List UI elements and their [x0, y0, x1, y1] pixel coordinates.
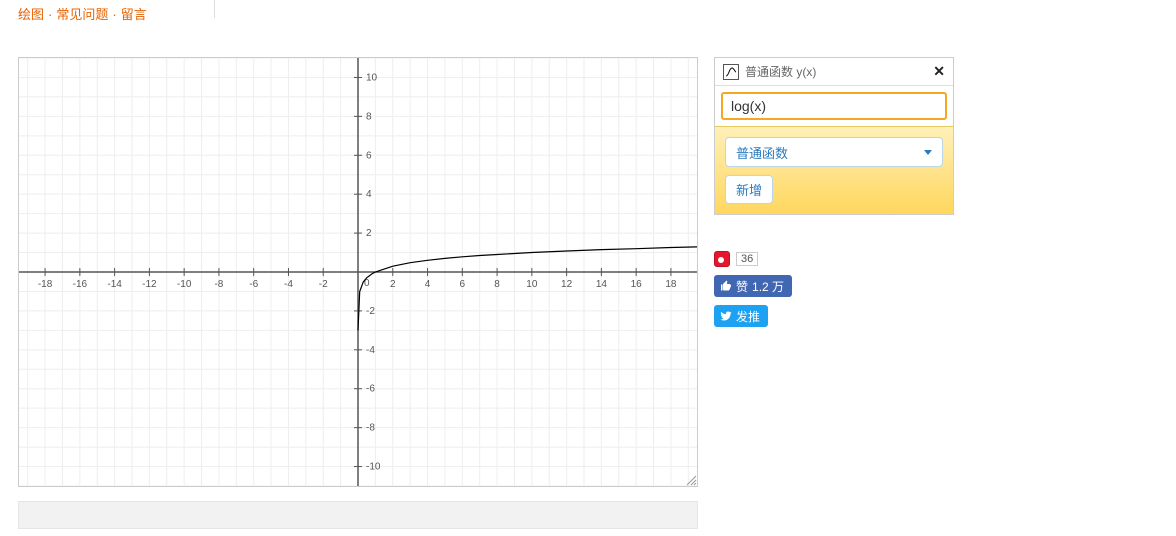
svg-text:16: 16 [631, 279, 643, 290]
svg-text:-8: -8 [366, 423, 375, 434]
social-row: 36 [714, 251, 954, 267]
svg-text:6: 6 [460, 279, 466, 290]
svg-text:-18: -18 [38, 279, 53, 290]
svg-text:-10: -10 [177, 279, 192, 290]
resize-handle-icon[interactable] [685, 474, 697, 486]
svg-text:10: 10 [366, 72, 378, 83]
function-type-select[interactable]: 普通函数 [725, 137, 943, 167]
svg-text:12: 12 [561, 279, 573, 290]
weibo-button[interactable] [714, 251, 730, 267]
like-label: 赞 [736, 278, 748, 295]
svg-text:-4: -4 [284, 279, 293, 290]
svg-text:4: 4 [366, 189, 372, 200]
svg-text:8: 8 [494, 279, 500, 290]
svg-text:-4: -4 [366, 345, 375, 356]
top-nav: 绘图 · 常见问题 · 留言 [0, 0, 1176, 23]
svg-text:-14: -14 [107, 279, 122, 290]
function-header: 普通函数 y(x) ✕ [715, 58, 953, 86]
function-type-label: 普通函数 [736, 143, 788, 162]
tweet-label: 发推 [736, 308, 760, 325]
facebook-like-button[interactable]: 赞 1.2 万 [714, 275, 792, 297]
function-input[interactable] [721, 92, 947, 120]
svg-text:4: 4 [425, 279, 431, 290]
chart-plot: -18 -16 -14 -12 -10 -8 -6 -4 -2 2 4 6 8 10 12 14 16 18 -10… [19, 58, 697, 486]
nav-link-guestbook[interactable]: 留言 [121, 7, 147, 22]
function-title: 普通函数 y(x) [745, 63, 927, 80]
svg-text:2: 2 [390, 279, 396, 290]
twitter-button[interactable]: 发推 [714, 305, 768, 327]
svg-text:-6: -6 [366, 384, 375, 395]
svg-text:-16: -16 [73, 279, 88, 290]
divider [214, 0, 215, 18]
sidebar: 普通函数 y(x) ✕ 普通函数 新增 36 [714, 57, 954, 327]
svg-text:2: 2 [366, 228, 372, 239]
svg-text:-10: -10 [366, 462, 381, 473]
svg-text:-8: -8 [214, 279, 223, 290]
svg-text:6: 6 [366, 150, 372, 161]
sep: · [112, 7, 116, 22]
add-button[interactable]: 新增 [725, 175, 773, 204]
twitter-icon [720, 310, 732, 322]
function-thumb-icon [723, 64, 739, 80]
svg-text:-6: -6 [249, 279, 258, 290]
weibo-count: 36 [736, 252, 758, 266]
svg-text:-2: -2 [366, 306, 375, 317]
function-box: 普通函数 y(x) ✕ 普通函数 新增 [714, 57, 954, 215]
svg-text:14: 14 [596, 279, 608, 290]
bottom-toolbar [18, 501, 698, 529]
nav-link-faq[interactable]: 常见问题 [56, 7, 108, 22]
chart-panel[interactable]: -18 -16 -14 -12 -10 -8 -6 -4 -2 2 4 6 8 10 12 14 16 18 -10… [18, 57, 698, 487]
svg-text:-2: -2 [319, 279, 328, 290]
svg-text:18: 18 [665, 279, 677, 290]
close-icon[interactable]: ✕ [933, 63, 945, 80]
like-count: 1.2 万 [752, 278, 784, 295]
chevron-down-icon [924, 150, 932, 155]
svg-text:8: 8 [366, 111, 372, 122]
nav-link-plot[interactable]: 绘图 [18, 7, 44, 22]
svg-text:10: 10 [526, 279, 538, 290]
weibo-icon [714, 251, 730, 267]
thumbs-up-icon [720, 280, 732, 292]
sep: · [48, 7, 52, 22]
svg-text:-12: -12 [142, 279, 157, 290]
